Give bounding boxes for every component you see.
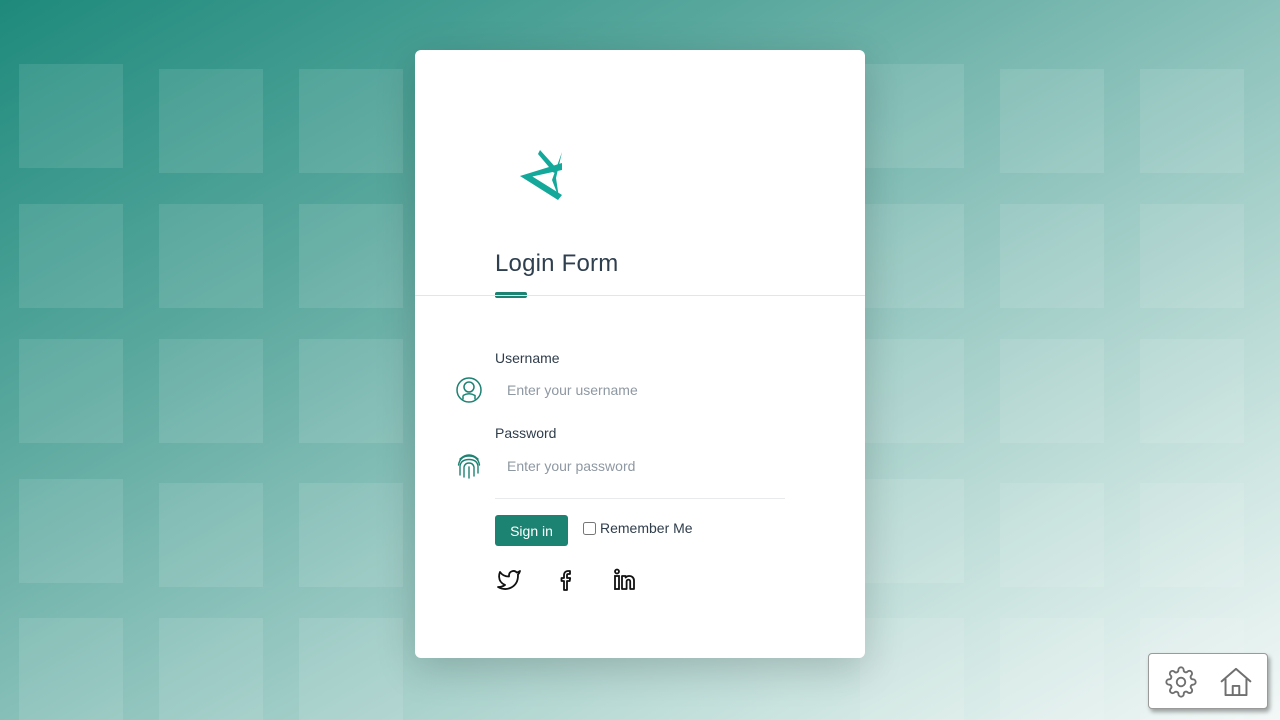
background-tile — [299, 339, 403, 443]
background-tile — [19, 204, 123, 308]
background-tile — [299, 483, 403, 587]
background-tile — [19, 479, 123, 583]
background-tile — [1140, 204, 1244, 308]
background-tile — [1140, 69, 1244, 173]
background-tile — [860, 479, 964, 583]
remember-me-checkbox[interactable] — [583, 521, 596, 535]
header-divider — [415, 295, 865, 296]
background-tile — [159, 204, 263, 308]
background-tile — [159, 69, 263, 173]
form-divider — [495, 498, 785, 499]
gear-icon[interactable] — [1164, 665, 1198, 699]
background-tile — [159, 618, 263, 720]
username-label: Username — [495, 350, 560, 366]
background-tile — [1140, 483, 1244, 587]
remember-me-label: Remember Me — [600, 520, 693, 536]
twitter-icon[interactable] — [495, 566, 523, 594]
facebook-icon[interactable] — [553, 566, 581, 594]
background-tile — [159, 483, 263, 587]
linkedin-icon[interactable] — [611, 566, 639, 594]
username-input[interactable] — [495, 374, 785, 406]
floating-toolbar — [1148, 653, 1268, 709]
home-icon[interactable] — [1219, 665, 1253, 699]
password-input[interactable] — [495, 450, 785, 482]
background-tile — [1000, 483, 1104, 587]
fingerprint-icon — [457, 454, 481, 479]
background-tile — [19, 339, 123, 443]
background-tile — [860, 64, 964, 168]
background-tile — [1000, 69, 1104, 173]
background-tile — [299, 69, 403, 173]
background-tile — [1000, 339, 1104, 443]
user-icon — [456, 377, 482, 403]
background-tile — [860, 618, 964, 720]
background-tile — [299, 204, 403, 308]
remember-me-option[interactable]: Remember Me — [583, 520, 693, 536]
background-tile — [1000, 204, 1104, 308]
background-tile — [19, 618, 123, 720]
password-label: Password — [495, 425, 557, 441]
login-card: Login Form Username Password Sign in Rem… — [415, 50, 865, 658]
background-tile — [19, 64, 123, 168]
brand-logo — [520, 150, 562, 200]
background-tile — [860, 339, 964, 443]
background-tile — [1000, 618, 1104, 720]
background-tile — [1140, 339, 1244, 443]
page-title: Login Form — [495, 250, 619, 277]
background-tile — [860, 204, 964, 308]
background-tile — [299, 618, 403, 720]
sign-in-button[interactable]: Sign in — [495, 515, 568, 546]
background-tile — [159, 339, 263, 443]
